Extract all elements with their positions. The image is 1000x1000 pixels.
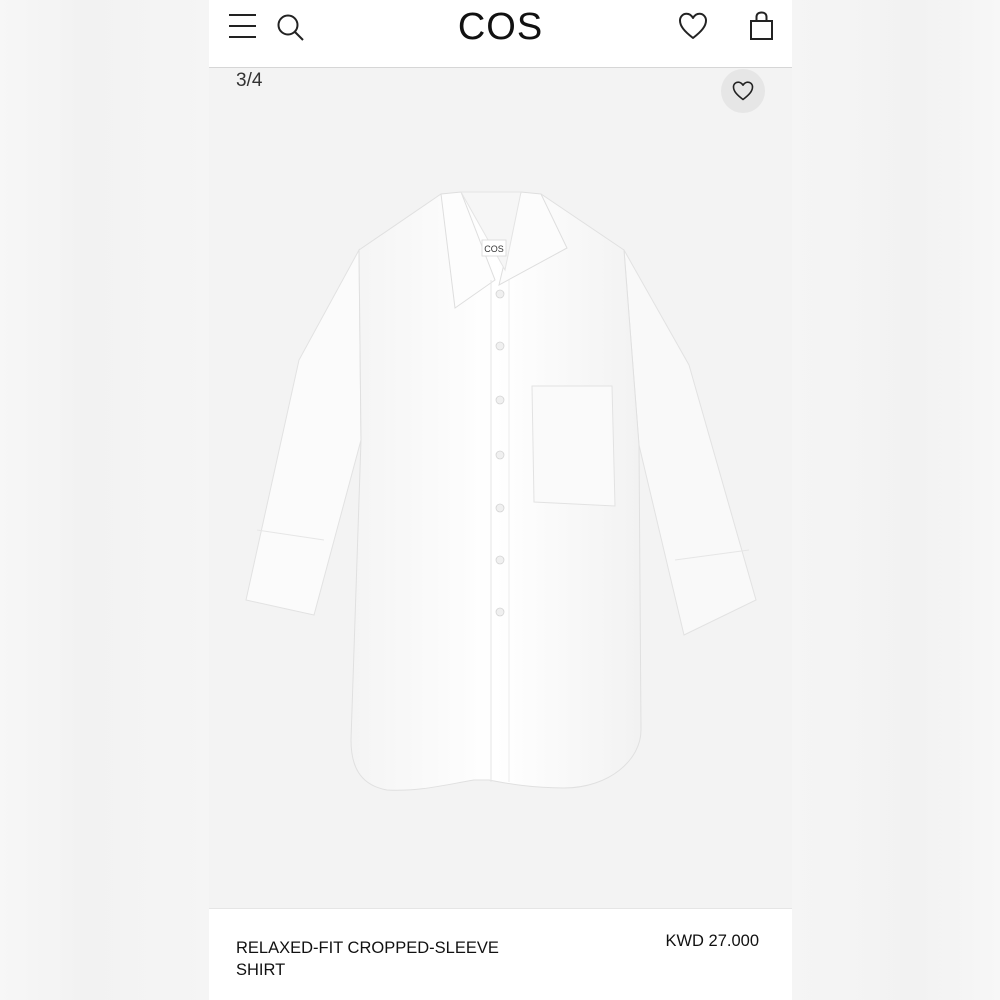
image-counter: 3/4 xyxy=(236,70,263,91)
shopping-bag-icon[interactable] xyxy=(749,11,775,41)
heart-icon[interactable] xyxy=(678,12,708,40)
shirt-product-image[interactable]: COS xyxy=(209,110,792,900)
product-name[interactable]: RELAXED-FIT CROPPED-SLEEVE SHIRT xyxy=(236,937,526,981)
favorite-button[interactable] xyxy=(721,69,765,113)
product-price: KWD 27.000 xyxy=(665,932,759,950)
left-backdrop xyxy=(0,0,209,1000)
site-header: COS xyxy=(209,0,792,68)
heart-icon xyxy=(732,81,754,101)
product-info-bar: RELAXED-FIT CROPPED-SLEEVE SHIRT KWD 27.… xyxy=(209,908,792,1000)
garment-label: COS xyxy=(484,244,504,254)
product-page: COS 3/4 COS RELAXED-FIT CROPPED-SLEEVE S… xyxy=(209,0,792,1000)
right-backdrop xyxy=(792,0,1000,1000)
